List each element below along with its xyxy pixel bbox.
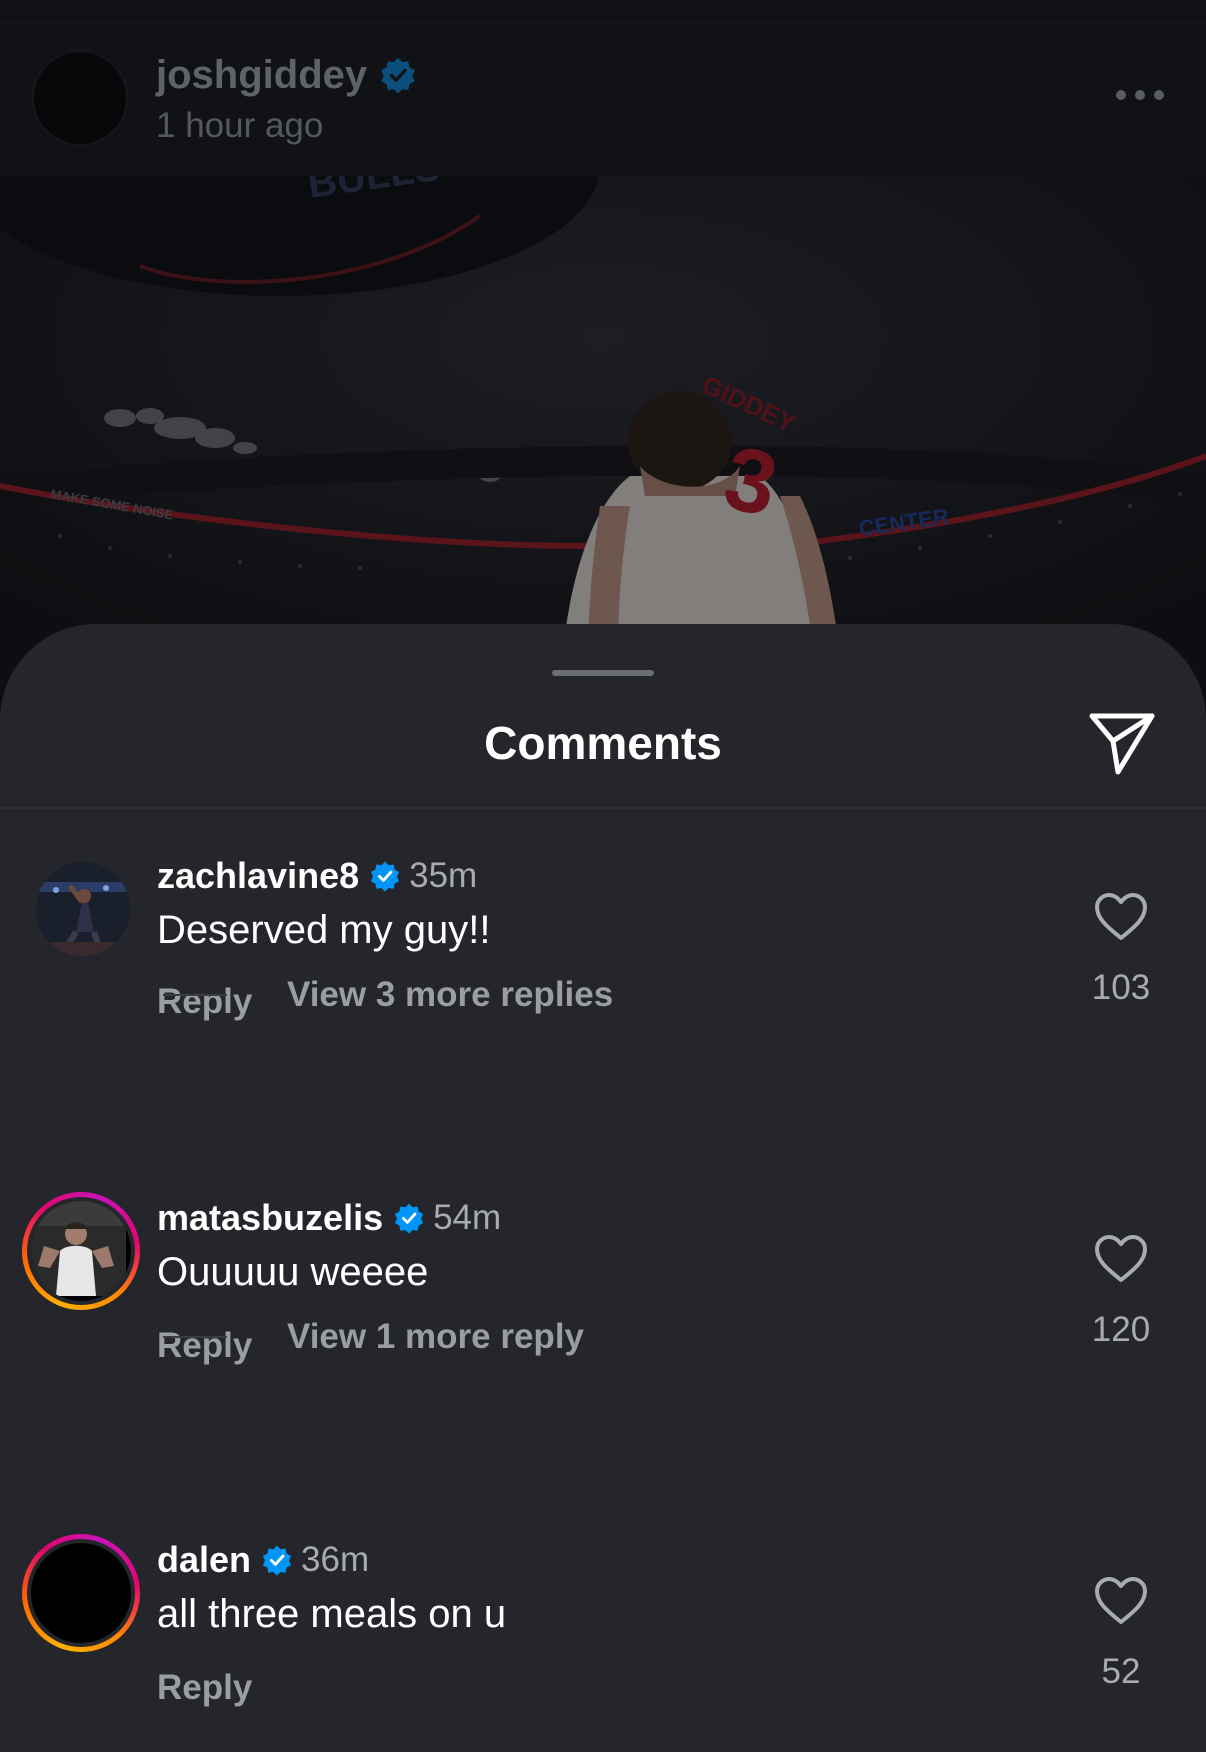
view-replies-button[interactable]: View 3 more replies [163, 970, 613, 1020]
comment-header: dalen 36m [157, 1536, 369, 1584]
verified-badge-icon [381, 57, 415, 94]
verified-badge-icon [262, 1545, 292, 1576]
avatar-image [36, 862, 130, 956]
reply-button[interactable]: Reply [157, 1668, 252, 1708]
divider [0, 807, 1206, 809]
like-count: 103 [1091, 968, 1151, 1007]
view-replies-button[interactable]: View 1 more reply [163, 1312, 584, 1362]
like-count: 120 [1091, 1310, 1151, 1349]
comment-item: dalen 36m all three meals on u Reply 52 [0, 1534, 1206, 1736]
heart-icon[interactable] [1094, 892, 1148, 942]
comments-sheet: Comments zachlavine8 35m Deserved my guy… [0, 624, 1206, 1752]
divider [163, 994, 227, 996]
avatar-image [27, 1539, 135, 1647]
divider [163, 1336, 227, 1338]
divider [0, 22, 1206, 23]
like-count: 52 [1101, 1652, 1141, 1691]
heart-icon[interactable] [1094, 1576, 1148, 1626]
sheet-title: Comments [484, 717, 722, 769]
avatar[interactable] [36, 862, 130, 956]
comment-username[interactable]: dalen [157, 1539, 251, 1581]
avatar[interactable] [22, 1192, 140, 1310]
drag-handle[interactable] [552, 670, 654, 676]
paper-plane-icon[interactable] [1084, 706, 1160, 782]
post-author-avatar[interactable] [32, 50, 128, 146]
verified-badge-icon [371, 861, 400, 892]
comment-text: all three meals on u [157, 1592, 507, 1636]
comment-text: Deserved my guy!! [157, 908, 491, 952]
comment-timestamp: 54m [433, 1198, 502, 1237]
post-timestamp: 1 hour ago [156, 106, 324, 145]
comment-item: zachlavine8 35m Deserved my guy!! Reply … [0, 852, 1206, 1052]
more-options-icon[interactable] [1116, 86, 1164, 104]
comment-header: matasbuzelis 54m [157, 1194, 501, 1242]
comment-timestamp: 36m [301, 1540, 370, 1579]
post-username[interactable]: joshgiddey [156, 53, 367, 98]
verified-badge-icon [395, 1203, 424, 1234]
comment-username[interactable]: matasbuzelis [157, 1197, 383, 1239]
comment-username[interactable]: zachlavine8 [157, 855, 359, 897]
heart-icon[interactable] [1094, 1234, 1148, 1284]
post-author[interactable]: joshgiddey [156, 50, 417, 100]
comment-header: zachlavine8 35m [157, 852, 477, 900]
view-replies-label[interactable]: View 3 more replies [287, 975, 613, 1015]
avatar-image [27, 1197, 135, 1305]
comment-timestamp: 35m [409, 856, 478, 895]
view-replies-label[interactable]: View 1 more reply [287, 1317, 584, 1357]
post-header: joshgiddey 1 hour ago [0, 0, 1206, 176]
comment-text: Ouuuuu weeee [157, 1250, 429, 1294]
avatar[interactable] [22, 1534, 140, 1652]
comment-item: matasbuzelis 54m Ouuuuu weeee Reply 120 [0, 1192, 1206, 1394]
